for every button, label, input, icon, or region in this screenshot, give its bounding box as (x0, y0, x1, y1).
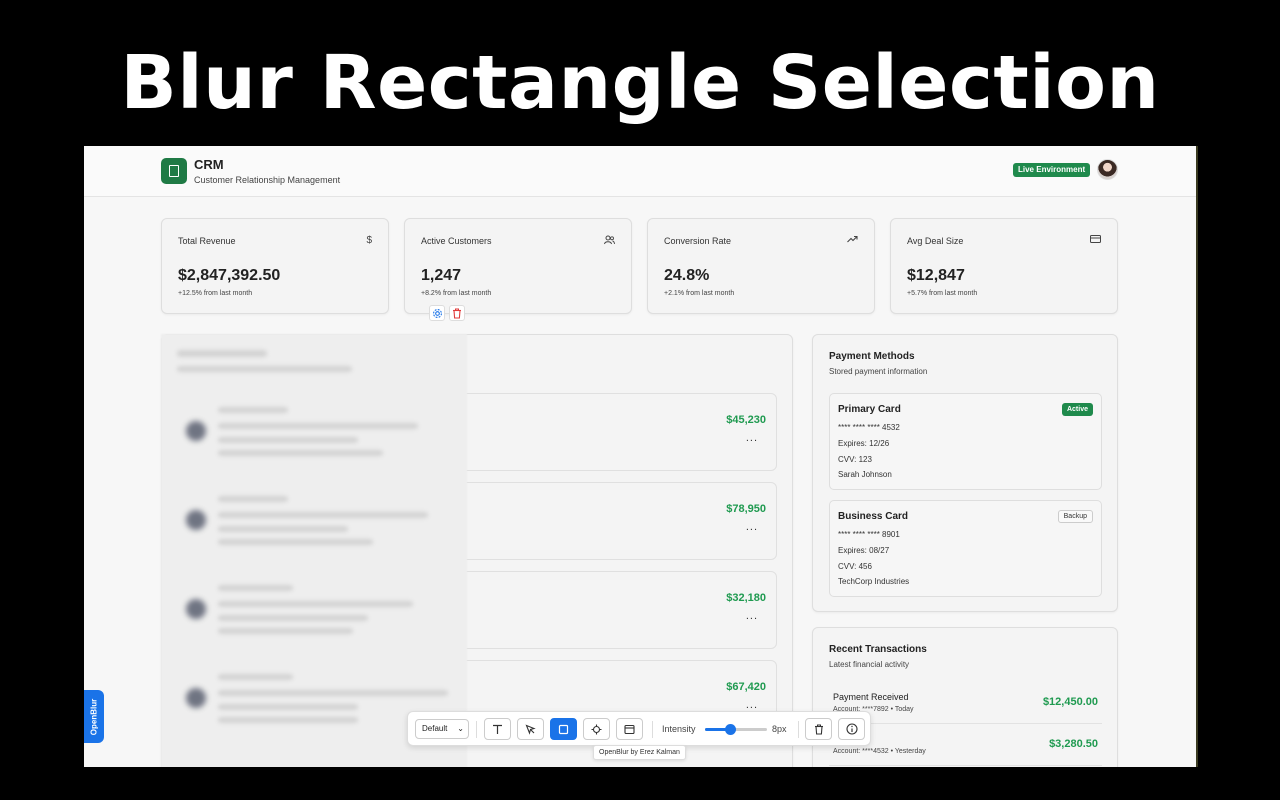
payment-card-primary[interactable]: Primary Card Active **** **** **** 4532 … (829, 393, 1102, 490)
toolbar-divider (652, 721, 653, 738)
stat-change: +2.1% from last month (664, 290, 735, 297)
transaction-name: Payment Received (833, 692, 909, 702)
panel-title: Payment Methods (829, 351, 915, 362)
stat-change: +5.7% from last month (907, 290, 978, 297)
avatar[interactable] (1097, 159, 1118, 180)
intensity-label: Intensity (662, 724, 696, 734)
card-name: Primary Card (838, 404, 901, 415)
panel-subtitle: Latest financial activity (829, 660, 910, 669)
stat-card-avg-deal-size: Avg Deal Size $12,847 +5.7% from last mo… (890, 218, 1118, 314)
text-tool-button[interactable] (484, 718, 511, 740)
toolbar-tooltip: OpenBlur by Erez Kalman (593, 745, 686, 760)
mode-select-value: Default (422, 724, 448, 733)
toolbar-divider (476, 721, 477, 738)
card-holder: TechCorp Industries (838, 577, 910, 586)
status-badge: Backup (1057, 510, 1093, 523)
card-cvv: CVV: 123 (838, 455, 872, 464)
card-number: **** **** **** 4532 (838, 423, 900, 432)
mode-select[interactable]: Default ⌄ (415, 719, 469, 739)
stat-label: Avg Deal Size (907, 236, 964, 246)
stat-value: 1,247 (421, 267, 462, 284)
stat-label: Conversion Rate (664, 236, 732, 246)
stat-card-conversion-rate: Conversion Rate 24.8% +2.1% from last mo… (647, 218, 875, 314)
card-holder: Sarah Johnson (838, 470, 892, 479)
toolbar-divider (798, 721, 799, 738)
payment-methods-panel: Payment Methods Stored payment informati… (812, 334, 1118, 612)
deal-amount: $67,420 (726, 681, 766, 693)
more-icon[interactable]: ... (746, 610, 758, 622)
stat-label: Active Customers (421, 236, 492, 246)
intensity-slider-knob[interactable] (724, 724, 736, 735)
card-expiry: Expires: 08/27 (838, 546, 890, 555)
payment-card-business[interactable]: Business Card Backup **** **** **** 8901… (829, 500, 1102, 597)
more-icon[interactable]: ... (746, 432, 758, 444)
blurred-region[interactable] (161, 334, 467, 767)
page-title: Blur Rectangle Selection (120, 40, 1160, 126)
openblur-side-tab[interactable]: OpenBlur (84, 690, 104, 743)
card-icon (1090, 235, 1101, 246)
intensity-slider[interactable] (705, 724, 767, 735)
card-number: **** **** **** 8901 (838, 530, 900, 539)
status-badge: Active (1061, 403, 1093, 416)
app-header: CRM Customer Relationship Management Liv… (84, 146, 1196, 197)
panel-title: Recent Transactions (829, 644, 927, 655)
app-name: CRM (194, 157, 224, 172)
select-tool-button[interactable] (517, 718, 544, 740)
stat-value: $2,847,392.50 (178, 267, 281, 284)
panel-subtitle: Stored payment information (829, 367, 928, 376)
deal-amount: $45,230 (726, 414, 766, 426)
transaction-amount: $12,450.00 (1042, 696, 1098, 708)
card-cvv: CVV: 456 (838, 562, 872, 571)
stat-label: Total Revenue (178, 236, 236, 246)
window-edge (1196, 146, 1198, 767)
trash-icon[interactable] (449, 305, 465, 321)
more-icon[interactable]: ... (746, 699, 758, 711)
openblur-tab-label: OpenBlur (89, 698, 99, 735)
blur-selection-controls (429, 305, 465, 321)
chevron-down-icon: ⌄ (457, 724, 464, 733)
stat-change: +12.5% from last month (178, 290, 253, 297)
deal-amount: $32,180 (726, 592, 766, 604)
more-icon[interactable]: ... (746, 521, 758, 533)
card-name: Business Card (838, 511, 909, 522)
gear-icon[interactable] (429, 305, 445, 321)
card-expiry: Expires: 12/26 (838, 439, 890, 448)
stat-change: +8.2% from last month (421, 290, 492, 297)
building-icon (161, 158, 187, 184)
app-subtitle: Customer Relationship Management (194, 175, 341, 185)
recent-transactions-panel: Recent Transactions Latest financial act… (812, 627, 1118, 767)
environment-badge: Live Environment (1013, 163, 1091, 177)
transaction-meta: Account: ****4532 • Yesterday (833, 748, 926, 755)
stat-value: 24.8% (664, 267, 710, 284)
stat-card-total-revenue: Total Revenue $ $2,847,392.50 +12.5% fro… (161, 218, 389, 314)
rectangle-tool-button[interactable] (550, 718, 577, 740)
trend-up-icon (847, 235, 858, 246)
window-tool-button[interactable] (616, 718, 643, 740)
transaction-amount: $3,280.50 (1049, 738, 1098, 750)
dollar-icon: $ (366, 235, 372, 246)
app-screen: CRM Customer Relationship Management Liv… (84, 146, 1196, 767)
deal-amount: $78,950 (726, 503, 766, 515)
users-icon (604, 235, 615, 248)
clear-all-button[interactable] (805, 718, 832, 740)
stat-card-active-customers: Active Customers 1,247 +8.2% from last m… (404, 218, 632, 314)
openblur-toolbar: Default ⌄ Intensity 8px (407, 711, 871, 746)
info-button[interactable] (838, 718, 865, 740)
intensity-value: 8px (772, 724, 787, 734)
crosshair-tool-button[interactable] (583, 718, 610, 740)
stat-value: $12,847 (907, 267, 965, 284)
